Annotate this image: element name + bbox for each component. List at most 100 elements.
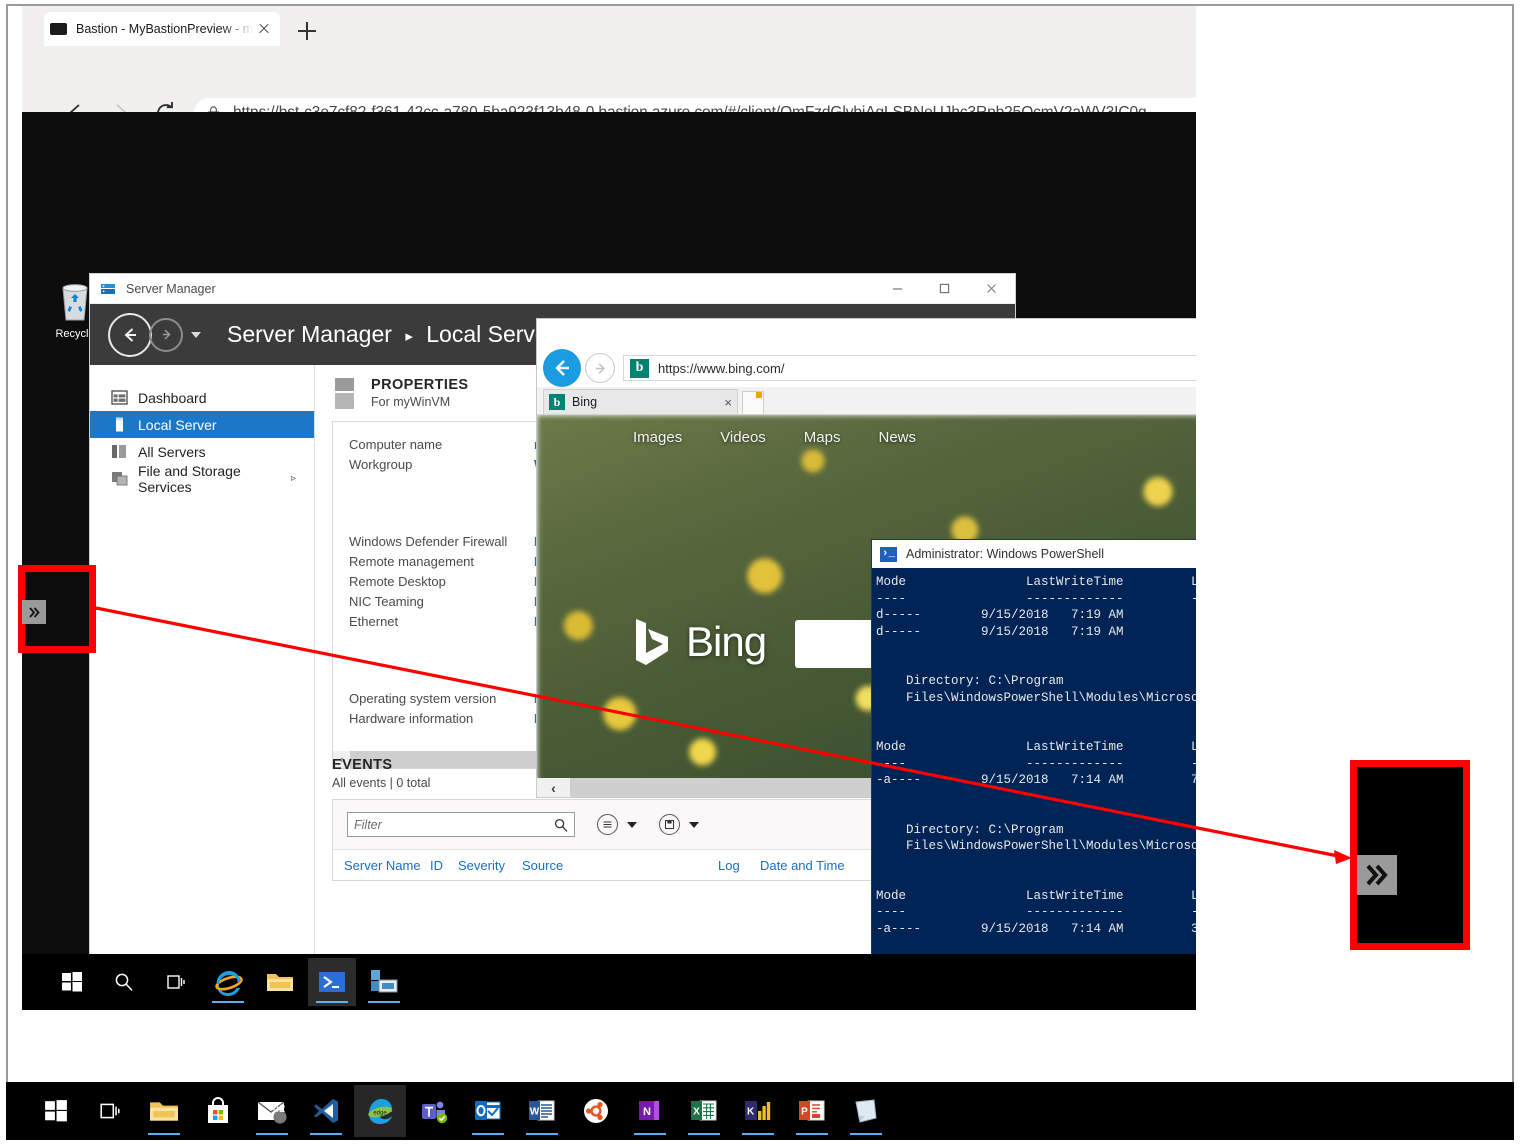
- bing-logo-icon: [636, 619, 668, 665]
- ie-titlebar[interactable]: [537, 319, 1196, 349]
- breadcrumb: Server Manager ▸ Local Serve: [227, 321, 548, 348]
- host-taskbar-microsoft-store[interactable]: [192, 1085, 244, 1137]
- bing-nav-news[interactable]: News: [878, 429, 916, 446]
- list-filter-icon[interactable]: [597, 814, 618, 835]
- property-key: Hardware information: [349, 711, 474, 726]
- powershell-titlebar[interactable]: ›_ Administrator: Windows PowerShell: [872, 540, 1196, 568]
- column-header-log[interactable]: Log: [718, 858, 760, 873]
- host-taskbar-microsoft-edge[interactable]: edge: [354, 1085, 406, 1137]
- chevron-down-icon[interactable]: [627, 821, 637, 828]
- new-tab-button[interactable]: [294, 18, 320, 44]
- powershell-lines: Mode LastWriteTime Lengt ---- ----------…: [876, 575, 1196, 985]
- tab-close-icon[interactable]: [254, 19, 274, 39]
- ubuntu-icon: [584, 1099, 608, 1123]
- powershell-icon: ›_: [880, 546, 897, 562]
- browser-navbar: https://bst-c3e7cf82-f361-42cc-a780-5ba9…: [22, 46, 1196, 128]
- sidebar-item-label: All Servers: [138, 443, 206, 460]
- minimize-button[interactable]: [874, 274, 921, 303]
- host-taskbar-ubuntu[interactable]: [570, 1085, 622, 1137]
- svg-text:N: N: [643, 1106, 651, 1118]
- sm-nav-dropdown-icon[interactable]: [191, 331, 201, 338]
- magnifier-icon: [115, 973, 133, 991]
- save-query-icon[interactable]: [659, 814, 680, 835]
- bing-nav-maps[interactable]: Maps: [804, 429, 841, 446]
- browser-tab[interactable]: Bastion - MyBastionPreview - my: [44, 12, 280, 46]
- column-header-date-and-time[interactable]: Date and Time: [760, 858, 845, 873]
- svg-text:X: X: [693, 1107, 700, 1118]
- sm-forward-button[interactable]: [149, 317, 183, 352]
- host-taskbar-start[interactable]: [30, 1085, 82, 1137]
- server-manager-titlebar[interactable]: Server Manager: [90, 274, 1015, 304]
- task-view-icon: [167, 975, 185, 989]
- svg-text:W: W: [530, 1107, 540, 1118]
- sidebar-item-all-servers[interactable]: All Servers: [90, 438, 314, 465]
- chevron-down-icon[interactable]: [689, 821, 699, 828]
- vm-taskbar-search-button[interactable]: [100, 958, 148, 1006]
- vm-taskbar-start-button[interactable]: [48, 958, 96, 1006]
- host-taskbar-excel[interactable]: X: [678, 1085, 730, 1137]
- bastion-expand-handle-zoomed[interactable]: [1357, 855, 1397, 895]
- ie-address-bar[interactable]: b https://www.bing.com/: [623, 355, 1196, 381]
- events-filter-tool[interactable]: [597, 814, 637, 835]
- column-header-severity[interactable]: Severity: [458, 858, 522, 873]
- host-taskbar-task-view[interactable]: [84, 1085, 136, 1137]
- bing-nav-videos[interactable]: Videos: [720, 429, 766, 446]
- properties-title: PROPERTIES: [371, 377, 469, 393]
- server-manager-icon: [371, 970, 398, 993]
- bastion-expand-handle-small[interactable]: [22, 600, 46, 624]
- sidebar-item-label: File and Storage Services: [138, 462, 241, 495]
- column-header-id[interactable]: ID: [430, 858, 458, 873]
- host-taskbar-file-explorer[interactable]: [138, 1085, 190, 1137]
- vm-taskbar-task-view-button[interactable]: [152, 958, 200, 1006]
- folder-icon: [267, 974, 293, 991]
- host-taskbar-word[interactable]: W: [516, 1085, 568, 1137]
- column-header-source[interactable]: Source: [522, 858, 718, 873]
- breadcrumb-root[interactable]: Server Manager: [227, 321, 392, 347]
- property-key: Remote management: [349, 554, 475, 569]
- maximize-button[interactable]: [921, 274, 968, 303]
- ie-back-button[interactable]: [543, 349, 581, 387]
- sm-back-button[interactable]: [108, 312, 152, 357]
- host-taskbar-sticky-notes[interactable]: [840, 1085, 892, 1137]
- host-taskbar-power-bi[interactable]: K: [732, 1085, 784, 1137]
- powershell-console-output[interactable]: Mode LastWriteTime Lengt ---- ----------…: [872, 568, 1196, 1010]
- scroll-left-button[interactable]: ‹: [537, 778, 570, 797]
- sidebar-item-file-and-storage-services[interactable]: File and Storage Services ▹: [90, 462, 314, 495]
- column-header-server-name[interactable]: Server Name: [344, 858, 430, 873]
- vm-taskbar-file-explorer[interactable]: [256, 958, 304, 1006]
- svg-text:edge: edge: [373, 1110, 387, 1116]
- sidebar-item-label: Dashboard: [138, 389, 207, 406]
- power-bi-icon: K: [745, 1101, 771, 1120]
- edge-icon: edge: [368, 1099, 393, 1124]
- dashboard-icon: [111, 390, 128, 405]
- host-taskbar-onenote[interactable]: N: [624, 1085, 676, 1137]
- ie-tabstrip: b Bing ×: [537, 387, 1196, 415]
- ie-new-tab-button[interactable]: [742, 391, 764, 414]
- host-taskbar-outlook[interactable]: [462, 1085, 514, 1137]
- filter-input[interactable]: Filter: [347, 812, 575, 837]
- close-button[interactable]: [968, 274, 1015, 303]
- sidebar-item-local-server[interactable]: Local Server: [90, 411, 314, 438]
- ie-forward-button[interactable]: [585, 353, 615, 383]
- property-key: Windows Defender Firewall: [349, 534, 508, 549]
- ie-tab-bing[interactable]: b Bing ×: [543, 389, 738, 414]
- vm-taskbar-server-manager[interactable]: [360, 958, 408, 1006]
- host-taskbar-vscode[interactable]: [300, 1085, 352, 1137]
- bing-navigation: Images Videos Maps News: [537, 429, 1196, 446]
- magnifier-icon[interactable]: [554, 818, 568, 832]
- vm-taskbar-powershell[interactable]: [308, 958, 356, 1006]
- ie-tab-close-icon[interactable]: ×: [724, 395, 732, 410]
- task-view-icon: [100, 1103, 120, 1119]
- host-taskbar-powerpoint[interactable]: P: [786, 1085, 838, 1137]
- host-taskbar-mail[interactable]: 42: [246, 1085, 298, 1137]
- bastion-remote-desktop-viewport[interactable]: Recycle Server Manager Server Manager ▸ …: [22, 112, 1196, 1010]
- vm-taskbar-internet-explorer[interactable]: [204, 958, 252, 1006]
- sidebar-item-dashboard[interactable]: Dashboard: [90, 384, 314, 411]
- events-save-tool[interactable]: [659, 814, 699, 835]
- bing-nav-images[interactable]: Images: [633, 429, 682, 446]
- powershell-window[interactable]: ›_ Administrator: Windows PowerShell Mod…: [872, 540, 1196, 1010]
- tab-title: Bastion - MyBastionPreview - my: [76, 22, 254, 36]
- teams-icon: [422, 1101, 448, 1124]
- server-manager-sidebar: Dashboard Local Server All Servers File …: [90, 365, 315, 973]
- host-taskbar-microsoft-teams[interactable]: [408, 1085, 460, 1137]
